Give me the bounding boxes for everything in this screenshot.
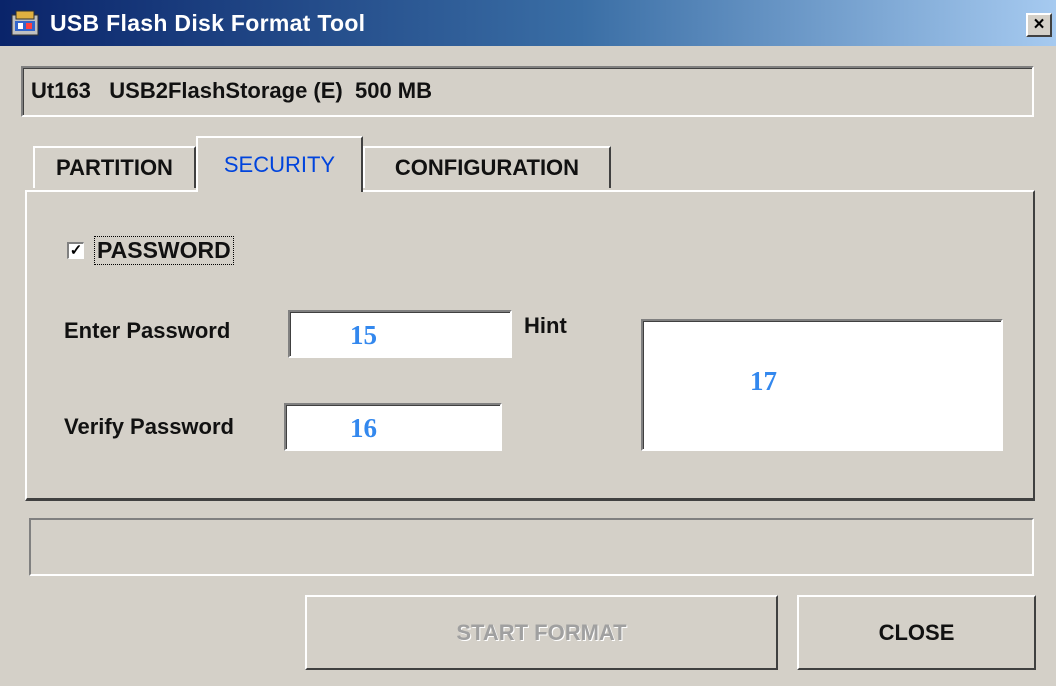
start-format-button[interactable]: START FORMAT [305, 595, 778, 670]
security-tab-panel [25, 190, 1035, 501]
usb-disk-app-icon [11, 10, 39, 36]
tab-configuration[interactable]: CONFIGURATION [363, 146, 611, 188]
active-tab-joiner [198, 189, 361, 193]
window-title: USB Flash Disk Format Tool [50, 10, 366, 36]
device-info-field: Ut163 USB2FlashStorage (E) 500 MB [21, 66, 1034, 117]
close-button[interactable]: CLOSE [797, 595, 1036, 670]
status-bar [29, 518, 1034, 576]
title-bar: USB Flash Disk Format Tool × [0, 0, 1056, 46]
tab-security[interactable]: SECURITY [196, 136, 363, 192]
close-icon[interactable]: × [1026, 13, 1052, 37]
tab-partition[interactable]: PARTITION [33, 146, 196, 188]
device-info-text: Ut163 USB2FlashStorage (E) 500 MB [31, 78, 433, 103]
